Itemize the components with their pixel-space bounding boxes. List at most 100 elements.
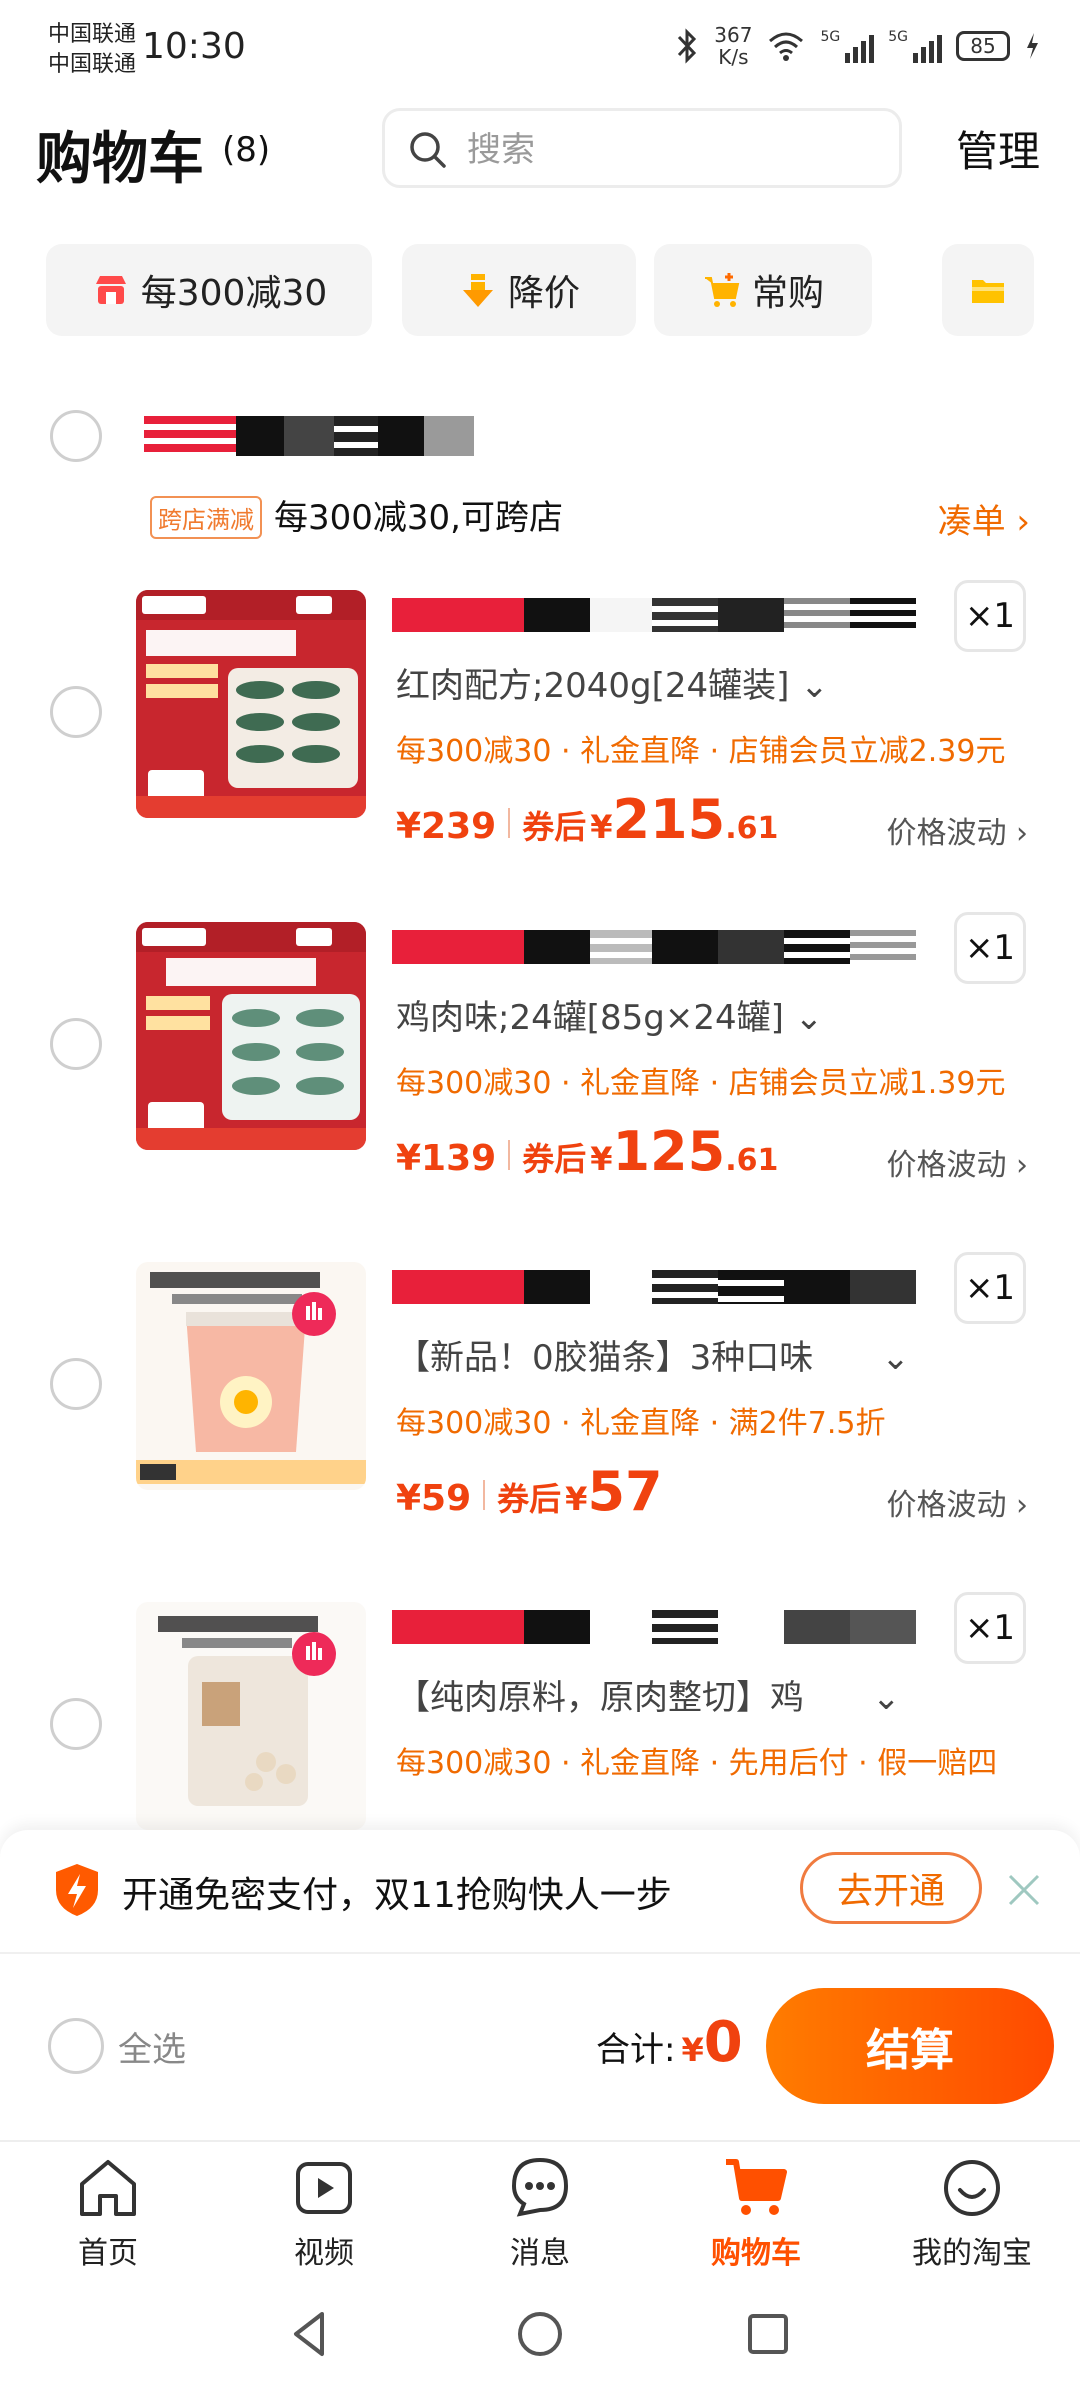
signal-2-icon: 5G bbox=[888, 29, 942, 63]
cart-item[interactable]: ×1 红肉配方;2040g[24罐装] ⌄ 每300减30 · 礼金直降 · 店… bbox=[0, 580, 1080, 920]
after-coupon-price-int: 125 bbox=[612, 1120, 726, 1183]
cart-icon bbox=[726, 2159, 787, 2215]
product-name-redacted bbox=[392, 1270, 932, 1304]
battery-icon: 85 bbox=[956, 31, 1010, 61]
chip-label: 每300减30 bbox=[140, 273, 328, 314]
search-input[interactable] bbox=[467, 123, 867, 177]
select-all-label[interactable]: 全选 bbox=[118, 2022, 186, 2071]
carrier-2: 中国联通 bbox=[48, 52, 137, 77]
shop-name-redacted bbox=[144, 416, 474, 456]
tab-profile[interactable]: 我的淘宝 bbox=[864, 2152, 1080, 2276]
select-all-radio[interactable] bbox=[48, 2018, 104, 2074]
signal-1-icon: 5G bbox=[820, 29, 875, 63]
original-price: ¥239 bbox=[396, 806, 497, 847]
price-fluctuation-link[interactable]: 价格波动 › bbox=[886, 1480, 1028, 1524]
tab-label: 购物车 bbox=[711, 2236, 801, 2271]
bottom-tab-bar: 首页 视频 消息 购物车 我的淘宝 bbox=[0, 2140, 1080, 2280]
charging-icon bbox=[1027, 33, 1038, 59]
shop-icon bbox=[95, 276, 126, 304]
sku-selector[interactable]: 【新品！0胶猫条】3种口味 ⌄ bbox=[396, 1330, 910, 1379]
back-icon[interactable] bbox=[282, 2306, 338, 2362]
payment-notice-bar: 开通免密支付，双11抢购快人一步 去开通 bbox=[0, 1830, 1080, 1954]
status-bar: 中国联通 中国联通 10:30 367 K/s 5G 5G 85 bbox=[0, 0, 1080, 96]
price-line: ¥139 券后 ¥ 125 .61 bbox=[396, 1120, 779, 1183]
filter-chips: 每300减30 降价 常购 bbox=[46, 244, 1080, 336]
after-coupon-price-dec: .61 bbox=[725, 811, 779, 846]
recents-icon[interactable] bbox=[740, 2306, 796, 2362]
search-icon bbox=[410, 132, 446, 168]
product-image[interactable] bbox=[136, 590, 366, 818]
price-divider bbox=[508, 1140, 511, 1170]
sku-selector[interactable]: 红肉配方;2040g[24罐装] ⌄ bbox=[396, 658, 829, 707]
search-box[interactable] bbox=[382, 108, 902, 188]
tab-cart[interactable]: 购物车 bbox=[648, 2152, 864, 2276]
message-icon bbox=[511, 2157, 569, 2217]
product-image[interactable] bbox=[136, 1262, 366, 1490]
total-label: 合计: bbox=[596, 2030, 676, 2070]
promo-info: 每300减30 · 礼金直降 · 店铺会员立减2.39元 bbox=[396, 734, 1006, 769]
video-icon bbox=[296, 2162, 352, 2214]
chip-price-drop[interactable]: 降价 bbox=[402, 244, 636, 336]
close-icon[interactable] bbox=[1004, 1870, 1044, 1910]
tab-label: 首页 bbox=[78, 2236, 138, 2271]
tab-video[interactable]: 视频 bbox=[216, 2152, 432, 2276]
sku-selector[interactable]: 【纯肉原料，原肉整切】鸡 ⌄ bbox=[396, 1670, 901, 1719]
tab-label: 消息 bbox=[510, 2236, 570, 2271]
promo-info: 每300减30 · 礼金直降 · 满2件7.5折 bbox=[396, 1406, 886, 1441]
net-speed: 367 K/s bbox=[714, 23, 753, 69]
manage-button[interactable]: 管理 bbox=[956, 118, 1040, 179]
price-line: ¥59 券后 ¥ 57 bbox=[396, 1460, 663, 1523]
product-image[interactable] bbox=[136, 922, 366, 1150]
checkout-button[interactable]: 结算 bbox=[766, 1988, 1054, 2104]
currency-symbol: ¥ bbox=[565, 1480, 588, 1518]
checkout-bar: 全选 合计: ¥ 0 结算 bbox=[0, 1954, 1080, 2140]
price-fluctuation-link[interactable]: 价格波动 › bbox=[886, 808, 1028, 852]
cart-header: 购物车 (8) 管理 bbox=[0, 100, 1080, 200]
chip-folder[interactable] bbox=[942, 244, 1034, 336]
tab-home[interactable]: 首页 bbox=[0, 2152, 216, 2276]
total-currency: ¥ bbox=[681, 2031, 704, 2069]
shield-lightning-icon bbox=[56, 1864, 98, 1916]
promo-info: 每300减30 · 礼金直降 · 店铺会员立减1.39元 bbox=[396, 1066, 1006, 1101]
shop-select-radio[interactable] bbox=[50, 410, 102, 462]
price-fluctuation-link[interactable]: 价格波动 › bbox=[886, 1140, 1028, 1184]
cart-plus-icon bbox=[704, 273, 740, 307]
enable-button[interactable]: 去开通 bbox=[800, 1852, 982, 1924]
product-name-redacted bbox=[392, 930, 932, 964]
wifi-icon bbox=[769, 32, 804, 61]
cart-item[interactable]: ×1 鸡肉味;24罐[85g×24罐] ⌄ 每300减30 · 礼金直降 · 店… bbox=[0, 912, 1080, 1252]
chip-full-reduction[interactable]: 每300减30 bbox=[46, 244, 372, 336]
system-navigation bbox=[0, 2280, 1080, 2400]
quantity-button[interactable]: ×1 bbox=[954, 1252, 1026, 1324]
item-select-radio[interactable] bbox=[50, 686, 102, 738]
tab-messages[interactable]: 消息 bbox=[432, 2152, 648, 2276]
clock: 10:30 bbox=[142, 26, 246, 67]
after-coupon-label: 券后 bbox=[522, 808, 587, 846]
product-image[interactable] bbox=[136, 1602, 366, 1830]
product-name-redacted bbox=[392, 598, 932, 632]
after-coupon-price-int: 57 bbox=[587, 1460, 663, 1523]
after-coupon-label: 券后 bbox=[497, 1480, 562, 1518]
after-coupon-label: 券后 bbox=[522, 1140, 587, 1178]
item-select-radio[interactable] bbox=[50, 1358, 102, 1410]
item-select-radio[interactable] bbox=[50, 1698, 102, 1750]
price-divider bbox=[483, 1480, 486, 1510]
add-order-link[interactable]: 凑单 › bbox=[938, 494, 1030, 543]
sku-selector[interactable]: 鸡肉味;24罐[85g×24罐] ⌄ bbox=[396, 990, 823, 1039]
shop-promo-text: 每300减30,可跨店 bbox=[274, 498, 563, 538]
item-select-radio[interactable] bbox=[50, 1018, 102, 1070]
cart-item[interactable]: ×1 【新品！0胶猫条】3种口味 ⌄ 每300减30 · 礼金直降 · 满2件7… bbox=[0, 1252, 1080, 1592]
home-circle-icon[interactable] bbox=[512, 2306, 568, 2362]
quantity-button[interactable]: ×1 bbox=[954, 912, 1026, 984]
chip-frequent[interactable]: 常购 bbox=[654, 244, 872, 336]
price-drop-icon bbox=[462, 274, 493, 307]
notice-text: 开通免密支付，双11抢购快人一步 bbox=[122, 1875, 672, 1916]
currency-symbol: ¥ bbox=[590, 808, 613, 846]
cart-item[interactable]: ×1 【纯肉原料，原肉整切】鸡 ⌄ 每300减30 · 礼金直降 · 先用后付 … bbox=[0, 1592, 1080, 1830]
shop-header: 跨店满减 每300减30,可跨店 凑单 › bbox=[0, 390, 1080, 550]
chip-label: 降价 bbox=[507, 273, 580, 314]
quantity-button[interactable]: ×1 bbox=[954, 1592, 1026, 1664]
quantity-button[interactable]: ×1 bbox=[954, 580, 1026, 652]
carrier-info: 中国联通 中国联通 bbox=[48, 20, 136, 80]
after-coupon-price-dec: .61 bbox=[725, 1143, 779, 1178]
